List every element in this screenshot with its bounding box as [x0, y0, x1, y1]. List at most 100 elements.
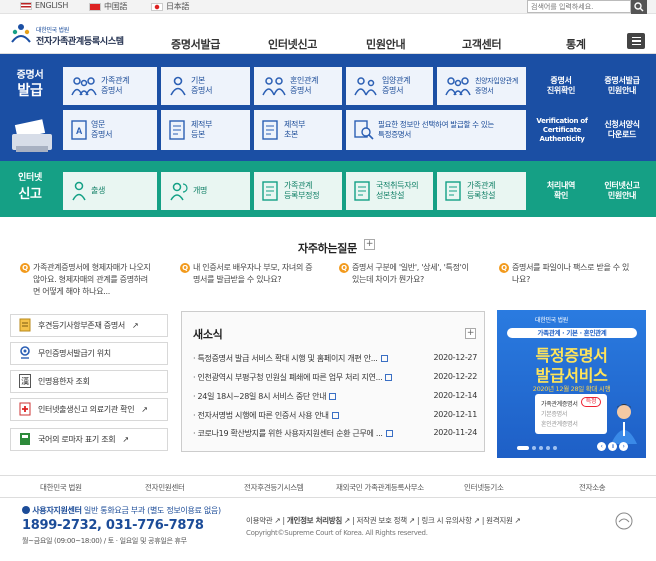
cert-card-removed-copy[interactable]: 제적부 등본 — [161, 110, 250, 150]
news-item-date: 2020-12-22 — [433, 372, 478, 381]
banner-card-line3: 혼인관계증명서 — [541, 421, 578, 428]
magnifier-doc-icon — [354, 120, 374, 140]
remote-support-link[interactable]: 원격지원 — [486, 516, 513, 525]
help-phone: 1899-2732, 031-776-7878 — [22, 518, 204, 533]
pager-dot[interactable] — [532, 446, 536, 450]
nav-civil-guide[interactable]: 민원안내 — [366, 36, 406, 52]
card-line1: 기본 — [191, 76, 206, 85]
faq-item[interactable]: Q 가족관계증명서에 형제자매가 나오지 않아요. 형제자매의 관계를 증명하려 면… — [20, 262, 168, 298]
card-line2: 증명서 — [290, 86, 312, 95]
cert-card-family[interactable]: 가족관계 증명서 — [63, 67, 157, 105]
card-line1: 국적취득자의 — [376, 181, 419, 190]
card-line2: 초본 — [284, 130, 299, 139]
link-notice-link[interactable]: 링크 시 유의사항 — [421, 516, 472, 525]
quick-link-kiosk-location[interactable]: 무인증명서발급기 위치 — [10, 342, 168, 365]
pause-icon[interactable]: ॥ — [608, 442, 617, 451]
report-card-creation[interactable]: 가족관계 등록창설 — [437, 172, 526, 210]
certificate-authenticity-link[interactable]: Verification of Certificate Authenticity — [533, 110, 591, 150]
side-line2: Certificate — [542, 125, 582, 134]
pager-dot[interactable] — [553, 446, 557, 450]
banner-pager[interactable] — [517, 446, 557, 450]
specific-cert-banner[interactable]: 대한민국 법원 가족관계 · 기본 · 혼인관계 특정증명서 발급서비스 202… — [497, 310, 646, 458]
news-item[interactable]: · 특정증명서 발급 서비스 확대 시행 및 홈페이지 개편 안... 2020-… — [193, 353, 477, 365]
adoption-icon — [354, 76, 378, 96]
quick-link-romanization[interactable]: 국어의 로마자 표기 조회 ↗ — [10, 428, 168, 451]
news-item-date: 2020-11-24 — [433, 428, 478, 437]
faq-item[interactable]: Q 내 인증서로 배우자나 부모, 자녀의 증 명서를 발급받을 수 있나요? — [180, 262, 328, 286]
cert-card-marriage[interactable]: 혼인관계 증명서 — [254, 67, 342, 105]
copyright-policy-link[interactable]: 저작권 보호 정책 — [356, 516, 407, 525]
side-line1: Verification of — [536, 116, 588, 125]
cert-guide-link[interactable]: 증명서발급 민원안내 — [592, 67, 652, 105]
cert-card-specific[interactable]: 필요한 정보만 선택하여 발급할 수 있는 특정증명서 — [346, 110, 526, 150]
cert-verify-link[interactable]: 증명서 진위확인 — [533, 67, 589, 105]
quick-link-hanja[interactable]: 漢 인명용한자 조회 — [10, 370, 168, 393]
register-icon — [262, 120, 280, 140]
pager-dot-active[interactable] — [517, 446, 529, 450]
new-badge-icon — [331, 412, 339, 419]
footer-link-registry[interactable]: 인터넷등기소 — [464, 482, 504, 493]
news-item[interactable]: · 코로나19 확산방지를 위한 사용자지원센터 순환 근무에 ... 2020-… — [193, 428, 477, 440]
card-line1: 제적부 — [191, 120, 213, 129]
banner-date: 2020년 12월 28일 확대 시행 — [532, 385, 611, 393]
cert-card-full-adoption[interactable]: 친양자입양관계 증명서 — [437, 67, 526, 105]
cert-card-english[interactable]: A 영문 증명서 — [63, 110, 157, 150]
pager-dot[interactable] — [546, 446, 550, 450]
privacy-link[interactable]: 개인정보 처리방침 — [287, 516, 342, 525]
card-line2: 증명서 — [382, 86, 404, 95]
nav-cert-issue[interactable]: 증명서발급 — [171, 36, 220, 52]
phone-icon — [22, 506, 30, 514]
cert-card-removed-abstract[interactable]: 제적부 초본 — [254, 110, 342, 150]
next-icon[interactable]: › — [619, 442, 628, 451]
baby-icon — [71, 181, 87, 201]
news-more-button[interactable]: + — [465, 328, 476, 339]
faq-item[interactable]: Q 증명서를 파일이나 팩스로 받을 수 있 나요? — [499, 262, 647, 286]
help-title: 사용자지원센터 — [32, 506, 82, 515]
report-card-naturalized[interactable]: 국적취득자의 성본창설 — [346, 172, 433, 210]
nav-customer-center[interactable]: 고객센터 — [462, 36, 502, 52]
footer-link-ecourt[interactable]: 전자소송 — [579, 482, 606, 493]
news-item[interactable]: · 전자서명법 시행에 따른 인증서 사용 안내 2020-12-11 — [193, 410, 477, 422]
help-note: 일반 통화요금 부과 (별도 정보이용료 없음) — [83, 506, 221, 515]
report-card-correction[interactable]: 가족관계 등록부정정 — [254, 172, 342, 210]
site-title[interactable]: 전자가족관계등록시스템 — [36, 34, 124, 47]
footer-link-court[interactable]: 대한민국 법원 — [40, 482, 82, 493]
family-icon — [71, 76, 97, 96]
lang-english[interactable]: ENGLISH — [20, 1, 68, 10]
faq-more-button[interactable]: + — [364, 239, 375, 250]
footer-link-guardianship[interactable]: 전자후견등기시스템 — [244, 482, 304, 493]
lang-chinese[interactable]: 中国語 — [89, 1, 127, 12]
external-link-icon: ↗ — [141, 405, 148, 414]
prev-icon[interactable]: ‹ — [597, 442, 606, 451]
news-item-title: 인천광역시 부평구청 민원실 폐쇄에 따른 업무 처리 지연... — [197, 373, 383, 382]
cert-card-adoption[interactable]: 입양관계 증명서 — [346, 67, 433, 105]
form-download-link[interactable]: 신청서양식 다운로드 — [592, 110, 652, 150]
nav-statistics[interactable]: 통계 — [566, 36, 586, 52]
terms-link[interactable]: 이용약관 — [246, 516, 273, 525]
faq-item[interactable]: Q 증명서 구분에 '일반', '상세', '특정'이 있는데 차이가 뭔가요? — [339, 262, 487, 286]
banner-badge: 특정 — [581, 397, 601, 407]
form-icon — [262, 181, 280, 201]
report-guide-link[interactable]: 인터넷신고 민원안내 — [592, 172, 652, 210]
question-icon: Q — [180, 263, 190, 273]
nav-internet-report[interactable]: 인터넷신고 — [268, 36, 317, 52]
banner-subtitle: 가족관계 · 기본 · 혼인관계 — [507, 328, 637, 338]
lang-japanese[interactable]: 日本語 — [151, 1, 189, 12]
banner-card-line2: 기본증명서 — [541, 411, 568, 418]
menu-button[interactable] — [627, 33, 645, 49]
pager-dot[interactable] — [539, 446, 543, 450]
quick-link-guardianship[interactable]: 후견등기사항부존재 증명서 ↗ — [10, 314, 168, 337]
cert-card-basic[interactable]: 기본 증명서 — [161, 67, 250, 105]
svg-text:A: A — [76, 126, 83, 136]
search-input[interactable] — [527, 0, 631, 13]
report-card-rename[interactable]: 개명 — [161, 172, 250, 210]
news-item[interactable]: · 인천광역시 부평구청 민원실 폐쇄에 따른 업무 처리 지연... 2020-… — [193, 372, 477, 384]
news-item[interactable]: · 24일 18시~28일 8시 서비스 중단 안내 2020-12-14 — [193, 391, 477, 403]
search-button[interactable] — [631, 0, 647, 14]
report-card-birth[interactable]: 출생 — [63, 172, 157, 210]
footer-link-overseas[interactable]: 재외국민 가족관계등록사무소 — [336, 482, 424, 493]
quick-link-hospital[interactable]: 인터넷출생신고 의료기관 확인 ↗ — [10, 398, 168, 421]
faq-line1: 내 인증서로 배우자나 부모, 자녀의 증 — [193, 263, 313, 272]
footer-link-ecivil[interactable]: 전자민원센터 — [145, 482, 185, 493]
report-status-link[interactable]: 처리내역 확인 — [533, 172, 589, 210]
